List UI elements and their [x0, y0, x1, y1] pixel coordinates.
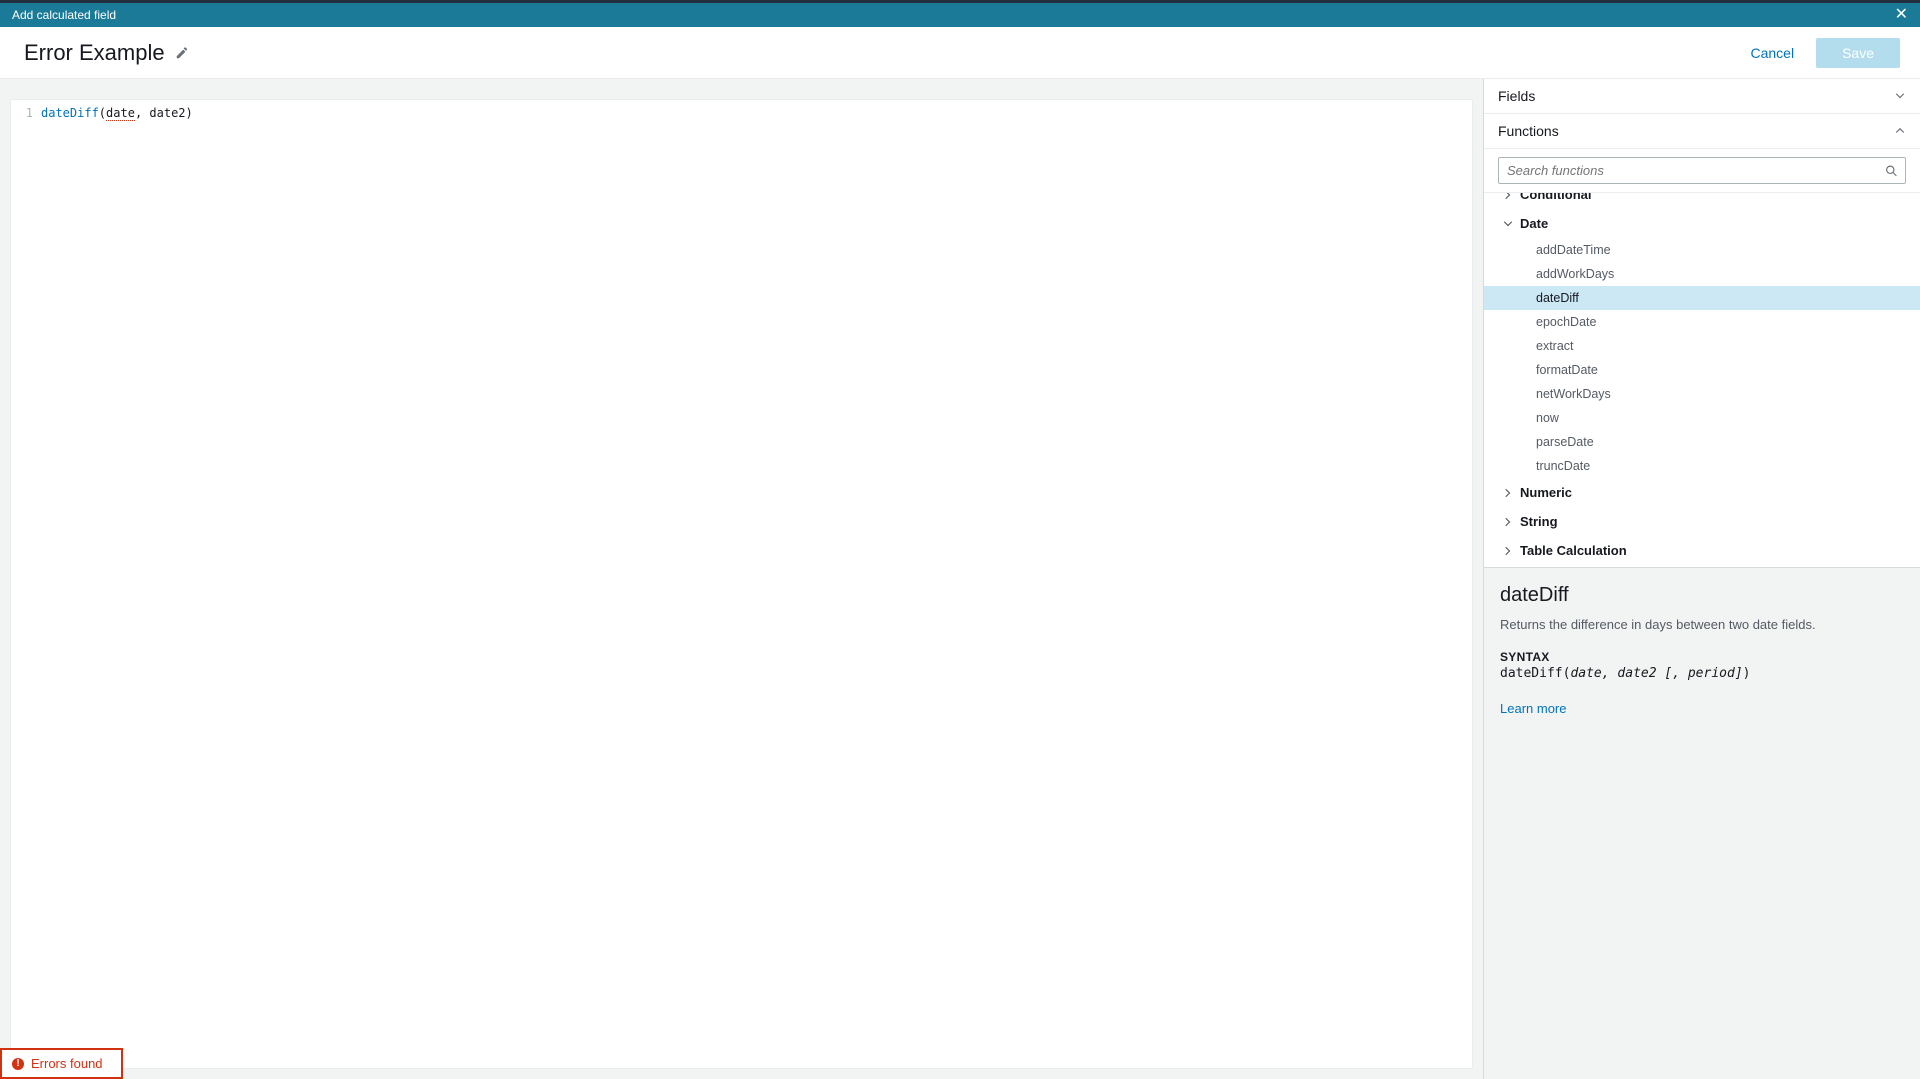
functions-panel-label: Functions	[1498, 123, 1559, 139]
error-icon: !	[12, 1058, 24, 1070]
side-panel: Fields Functions Conditional Date addDat…	[1483, 79, 1920, 1079]
doc-description: Returns the difference in days between t…	[1500, 617, 1904, 632]
token-arg2: date2	[149, 106, 185, 120]
header-left: Error Example	[24, 40, 189, 66]
fn-dateDiff[interactable]: dateDiff	[1484, 286, 1920, 310]
category-label: Table Calculation	[1520, 543, 1627, 558]
token-comma: ,	[135, 106, 149, 120]
category-date[interactable]: Date	[1484, 209, 1920, 238]
chevron-down-icon	[1894, 90, 1906, 102]
category-conditional[interactable]: Conditional	[1484, 193, 1920, 209]
learn-more-link[interactable]: Learn more	[1500, 701, 1566, 716]
edit-name-icon[interactable]	[175, 46, 189, 60]
chevron-right-icon	[1502, 487, 1514, 499]
editor-column: 1 dateDiff(date, date2) ! Errors found	[0, 79, 1483, 1079]
category-label: Numeric	[1520, 485, 1572, 500]
fn-netWorkDays[interactable]: netWorkDays	[1484, 382, 1920, 406]
token-open-paren: (	[99, 106, 106, 120]
fields-panel-header[interactable]: Fields	[1484, 79, 1920, 114]
doc-syntax: dateDiff(date, date2 [, period])	[1500, 666, 1904, 681]
category-label: String	[1520, 514, 1558, 529]
functions-search-row	[1484, 149, 1920, 193]
chevron-up-icon	[1894, 125, 1906, 137]
doc-syntax-args: date, date2 [, period]	[1570, 666, 1742, 681]
errors-found-label: Errors found	[31, 1056, 103, 1071]
doc-syntax-label: SYNTAX	[1500, 650, 1904, 664]
fn-truncDate[interactable]: truncDate	[1484, 454, 1920, 478]
fn-parseDate[interactable]: parseDate	[1484, 430, 1920, 454]
save-button[interactable]: Save	[1816, 38, 1900, 68]
cancel-button[interactable]: Cancel	[1740, 39, 1804, 67]
editor-header: Error Example Cancel Save	[0, 27, 1920, 79]
category-numeric[interactable]: Numeric	[1484, 478, 1920, 507]
modal-title: Add calculated field	[12, 8, 116, 22]
fn-now[interactable]: now	[1484, 406, 1920, 430]
category-label: Conditional	[1520, 193, 1592, 202]
functions-search-box	[1498, 157, 1906, 184]
fields-panel-label: Fields	[1498, 88, 1535, 104]
doc-syntax-fn: dateDiff(	[1500, 666, 1570, 681]
functions-panel-header[interactable]: Functions	[1484, 114, 1920, 149]
chevron-right-icon	[1502, 545, 1514, 557]
search-input[interactable]	[1498, 157, 1906, 184]
token-function: dateDiff	[41, 106, 99, 120]
line-number: 1	[11, 106, 41, 120]
doc-title: dateDiff	[1500, 584, 1904, 607]
formula-editor[interactable]: 1 dateDiff(date, date2)	[10, 99, 1473, 1069]
doc-syntax-close: )	[1743, 666, 1751, 681]
chevron-right-icon	[1502, 516, 1514, 528]
category-string[interactable]: String	[1484, 507, 1920, 536]
fn-formatDate[interactable]: formatDate	[1484, 358, 1920, 382]
fn-epochDate[interactable]: epochDate	[1484, 310, 1920, 334]
header-right: Cancel Save	[1740, 38, 1900, 68]
fn-addDateTime[interactable]: addDateTime	[1484, 238, 1920, 262]
chevron-down-icon	[1502, 218, 1514, 230]
function-doc-pane: dateDiff Returns the difference in days …	[1484, 567, 1920, 1079]
code-line-1: 1 dateDiff(date, date2)	[11, 100, 1472, 120]
search-icon	[1885, 164, 1898, 177]
errors-found-chip[interactable]: ! Errors found	[0, 1048, 123, 1079]
workspace: 1 dateDiff(date, date2) ! Errors found F…	[0, 79, 1920, 1079]
chevron-right-icon	[1502, 193, 1514, 201]
token-close-paren: )	[186, 106, 193, 120]
token-arg1-error: date	[106, 106, 135, 121]
fn-addWorkDays[interactable]: addWorkDays	[1484, 262, 1920, 286]
code-content[interactable]: dateDiff(date, date2)	[41, 106, 193, 120]
modal-titlebar: Add calculated field ✕	[0, 3, 1920, 27]
error-bar: ! Errors found	[0, 1048, 123, 1079]
category-label: Date	[1520, 216, 1548, 231]
functions-tree[interactable]: Conditional Date addDateTime addWorkDays…	[1484, 193, 1920, 567]
calculated-field-name: Error Example	[24, 40, 165, 66]
category-table-calculation[interactable]: Table Calculation	[1484, 536, 1920, 565]
fn-extract[interactable]: extract	[1484, 334, 1920, 358]
close-icon[interactable]: ✕	[1895, 7, 1908, 23]
